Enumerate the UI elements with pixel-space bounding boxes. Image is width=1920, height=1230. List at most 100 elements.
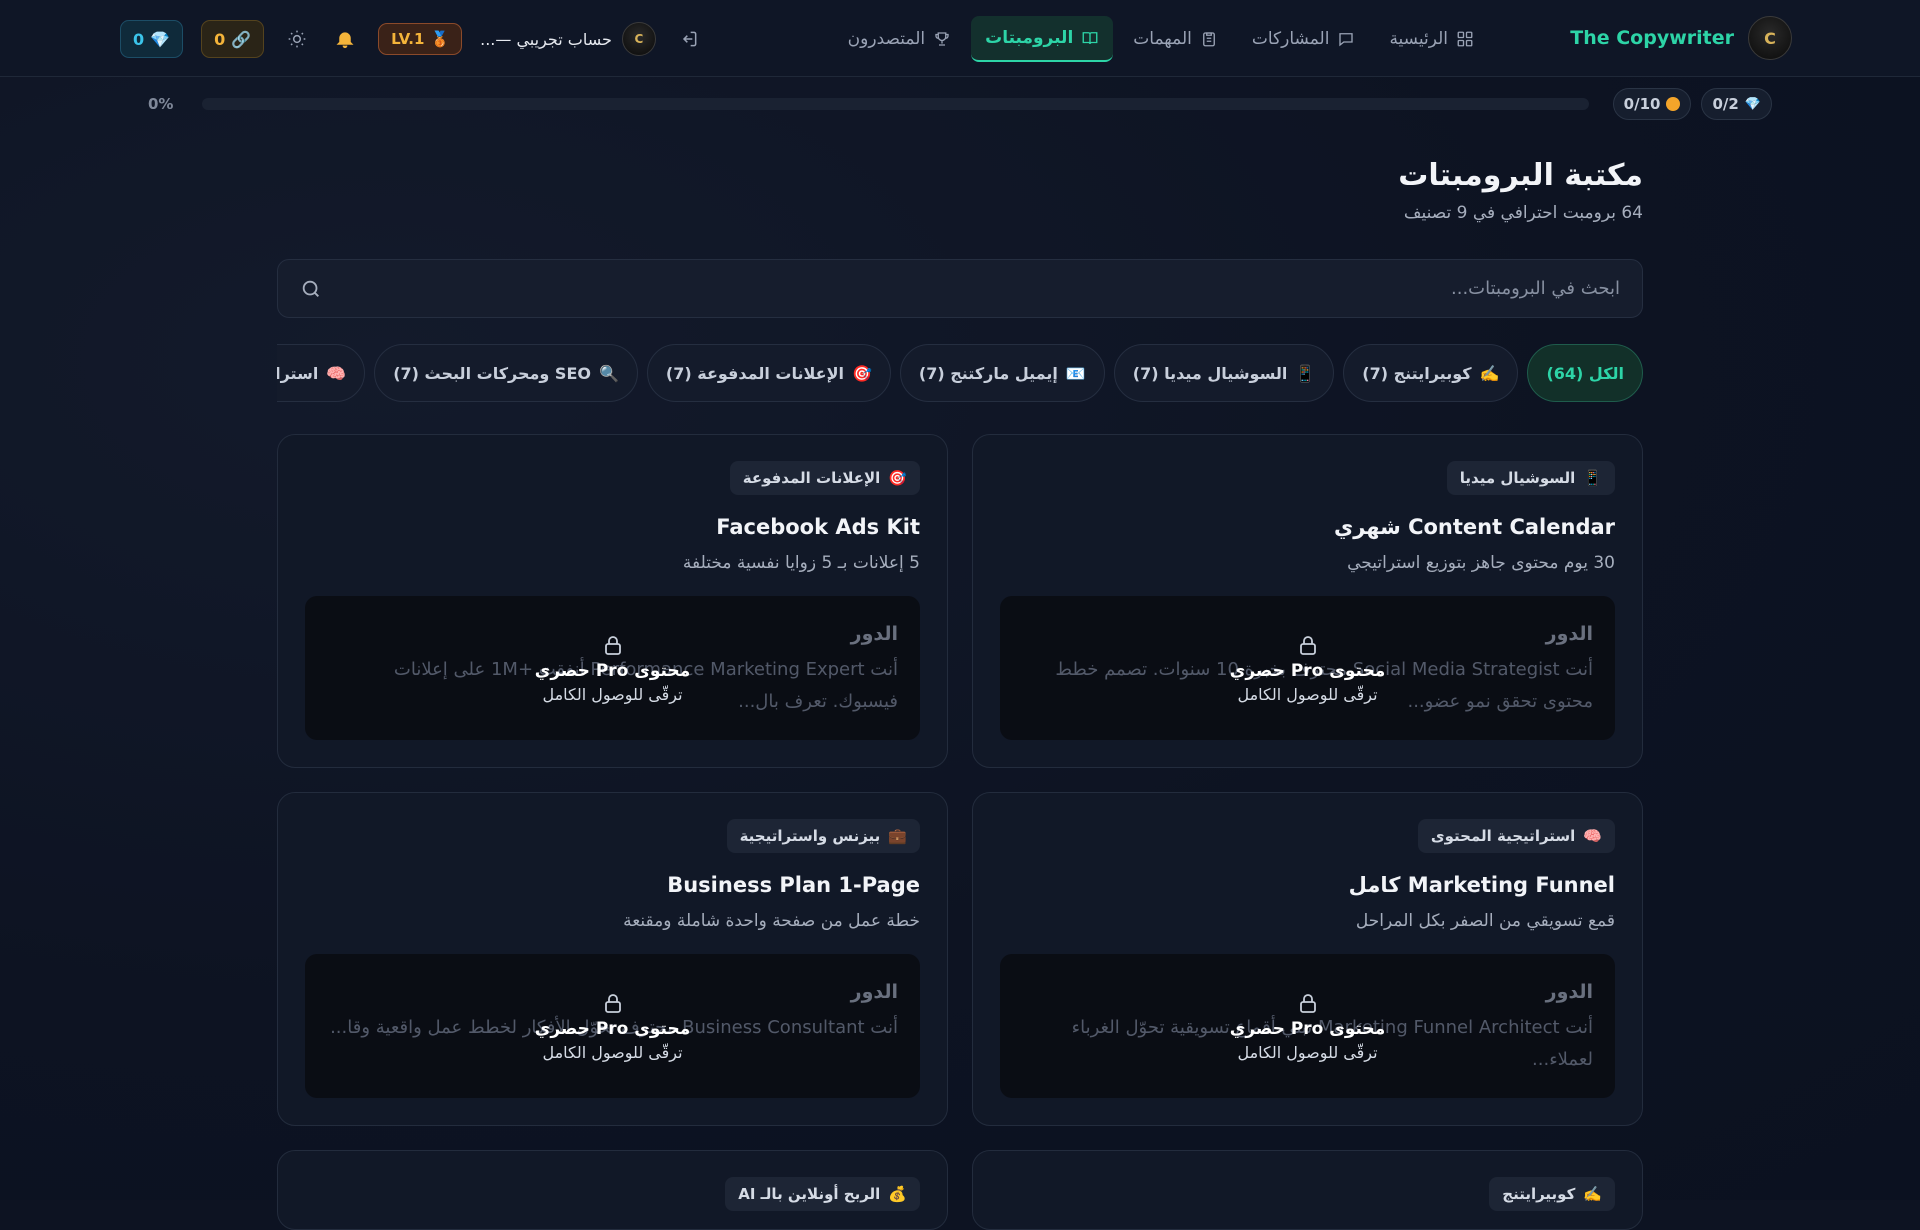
nav-posts-label: المشاركات xyxy=(1251,29,1330,49)
nav-tasks-label: المهمات xyxy=(1133,29,1192,49)
nav-prompts[interactable]: البرومبتات xyxy=(971,16,1114,62)
level-value: LV.1 xyxy=(391,30,425,48)
category-tag: 📱 السوشيال ميديا xyxy=(1446,461,1615,495)
search-bar xyxy=(277,259,1643,318)
filter-email-marketing[interactable]: 📧 إيميل ماركتنج (7) xyxy=(899,344,1105,402)
nav-tasks[interactable]: المهمات xyxy=(1119,16,1232,62)
trophy-icon xyxy=(935,32,949,46)
prompt-card[interactable]: 🧠 استراتيجية المحتوى Marketing Funnel كا… xyxy=(972,792,1643,1126)
bell-icon xyxy=(336,32,354,49)
prompt-card[interactable]: 💼 بيزنس واستراتيجية Business Plan 1-Page… xyxy=(277,792,948,1126)
card-title: Marketing Funnel كامل xyxy=(1348,873,1615,897)
user-name: حساب تجريبي —... xyxy=(480,29,612,49)
category-tag: 💼 بيزنس واستراتيجية xyxy=(726,819,920,853)
prompt-card[interactable]: 📱 السوشيال ميديا Content Calendar شهري 3… xyxy=(972,434,1643,768)
brand[interactable]: C The Copywriter xyxy=(1570,15,1792,61)
pro-exclusive-label: محتوى Pro حصري xyxy=(534,660,691,681)
gem-icon: 💎 xyxy=(150,29,171,49)
theme-toggle-button[interactable] xyxy=(282,24,312,54)
nav-leaderboard[interactable]: المتصدرون xyxy=(834,16,965,62)
nav-posts[interactable]: المشاركات xyxy=(1238,16,1370,62)
card-title: Facebook Ads Kit xyxy=(716,515,920,539)
prompt-card[interactable]: 🎯 الإعلانات المدفوعة Facebook Ads Kit 5 … xyxy=(277,434,948,768)
level-badge[interactable]: 🥉 LV.1 xyxy=(378,23,463,55)
upgrade-overlay[interactable]: محتوى Pro حصري ترقّى للوصول الكامل xyxy=(1000,954,1615,1098)
gems-counter[interactable]: 💎 0 xyxy=(120,20,184,58)
filter-label: استراتيجية المحتوى (7) xyxy=(277,363,319,383)
coins-progress-chip: 0/10 xyxy=(1612,88,1692,120)
lock-icon xyxy=(604,635,621,655)
filter-copywriting[interactable]: ✍️ كوبيرايتنج (7) xyxy=(1343,344,1519,402)
card-title: Content Calendar شهري xyxy=(1333,515,1615,539)
gems-progress-chip: 💎 0/2 xyxy=(1701,88,1772,120)
nav-prompts-label: البرومبتات xyxy=(985,28,1074,48)
user-menu[interactable]: C حساب تجريبي —... xyxy=(480,22,656,56)
nav-leaderboard-label: المتصدرون xyxy=(847,29,926,49)
filter-label: السوشيال ميديا (7) xyxy=(1132,363,1288,383)
category-tag: 💰 الربح أونلاين بالـ AI xyxy=(725,1177,920,1211)
logout-icon xyxy=(682,31,697,47)
category-emoji: 💼 xyxy=(888,827,907,845)
locked-preview[interactable]: الدور أنت Performance Marketing Expert أ… xyxy=(305,596,920,740)
coin-icon xyxy=(1666,97,1681,111)
logout-button[interactable] xyxy=(674,24,704,54)
category-filters: الكل (64) ✍️ كوبيرايتنج (7) 📱 السوشيال م… xyxy=(277,344,1643,404)
search-icon xyxy=(302,280,319,297)
link-coin-icon: 🔗 xyxy=(231,29,252,49)
upgrade-overlay[interactable]: محتوى Pro حصري ترقّى للوصول الكامل xyxy=(1000,596,1615,740)
top-navbar: C The Copywriter الرئيسية المشاركات المه… xyxy=(0,0,1920,77)
filter-all[interactable]: الكل (64) xyxy=(1527,344,1643,402)
filter-social-media[interactable]: 📱 السوشيال ميديا (7) xyxy=(1113,344,1335,402)
prompt-card[interactable]: 💰 الربح أونلاين بالـ AI xyxy=(277,1150,948,1230)
clipboard-icon xyxy=(1202,32,1215,47)
brand-logo: C xyxy=(1748,16,1792,60)
notifications-button[interactable] xyxy=(330,24,360,54)
gems-value: 0 xyxy=(133,29,145,49)
card-description: قمع تسويقي من الصفر بكل المراحل xyxy=(1355,911,1615,931)
gems-progress-value: 0/2 xyxy=(1712,95,1739,113)
filter-emoji: ✍️ xyxy=(1479,363,1500,383)
category-tag: 🧠 استراتيجية المحتوى xyxy=(1417,819,1615,853)
search-input[interactable] xyxy=(334,278,1620,299)
lock-icon xyxy=(604,993,621,1013)
category-label: بيزنس واستراتيجية xyxy=(739,827,881,845)
locked-preview[interactable]: الدور أنت Social Media Strategist محترف … xyxy=(1000,596,1615,740)
medal-icon: 🥉 xyxy=(430,30,450,48)
prompt-card[interactable]: ✍️ كوبيرايتنج xyxy=(972,1150,1643,1230)
upgrade-overlay[interactable]: محتوى Pro حصري ترقّى للوصول الكامل xyxy=(305,596,920,740)
book-icon xyxy=(1082,32,1098,45)
filter-label: إيميل ماركتنج (7) xyxy=(918,363,1058,383)
progress-percent: 0% xyxy=(148,95,174,113)
gem-icon: 💎 xyxy=(1744,96,1761,112)
card-description: خطة عمل من صفحة واحدة شاملة ومقنعة xyxy=(623,911,920,931)
coins-progress-value: 0/10 xyxy=(1623,95,1661,113)
coins-counter[interactable]: 🔗 0 xyxy=(201,20,265,58)
locked-preview[interactable]: الدور أنت Business Consultant محترف تحوّ… xyxy=(305,954,920,1098)
locked-preview[interactable]: الدور أنت Marketing Funnel Architect تبن… xyxy=(1000,954,1615,1098)
avatar: C xyxy=(621,22,656,56)
upgrade-overlay[interactable]: محتوى Pro حصري ترقّى للوصول الكامل xyxy=(305,954,920,1098)
filter-emoji: 📱 xyxy=(1295,363,1316,383)
chat-icon xyxy=(1339,33,1354,47)
nav-home[interactable]: الرئيسية xyxy=(1375,16,1488,62)
progress-bar xyxy=(202,98,1589,110)
upgrade-hint: ترقّى للوصول الكامل xyxy=(542,684,683,704)
page-header: مكتبة البرومبتات 64 برومبت احترافي في 9 … xyxy=(277,158,1643,223)
filter-seo[interactable]: 🔍 SEO ومحركات البحث (7) xyxy=(374,344,638,402)
category-tag: 🎯 الإعلانات المدفوعة xyxy=(729,461,920,495)
filter-emoji: 🎯 xyxy=(851,363,872,383)
upgrade-hint: ترقّى للوصول الكامل xyxy=(1237,684,1378,704)
page-subtitle: 64 برومبت احترافي في 9 تصنيف xyxy=(1403,203,1643,223)
filter-label: الكل (64) xyxy=(1546,363,1624,383)
category-label: السوشيال ميديا xyxy=(1459,469,1576,487)
main-nav: الرئيسية المشاركات المهمات البرومبتات ال… xyxy=(834,15,1488,63)
sun-icon xyxy=(288,30,306,48)
pro-exclusive-label: محتوى Pro حصري xyxy=(1229,660,1386,681)
filter-paid-ads[interactable]: 🎯 الإعلانات المدفوعة (7) xyxy=(646,344,891,402)
lock-icon xyxy=(1299,993,1316,1013)
filter-content-strategy[interactable]: 🧠 استراتيجية المحتوى (7) xyxy=(277,344,366,402)
nav-home-label: الرئيسية xyxy=(1389,29,1448,49)
filter-emoji: 🧠 xyxy=(326,363,347,383)
prompt-cards-grid: 📱 السوشيال ميديا Content Calendar شهري 3… xyxy=(277,434,1643,1230)
upgrade-hint: ترقّى للوصول الكامل xyxy=(1237,1042,1378,1062)
